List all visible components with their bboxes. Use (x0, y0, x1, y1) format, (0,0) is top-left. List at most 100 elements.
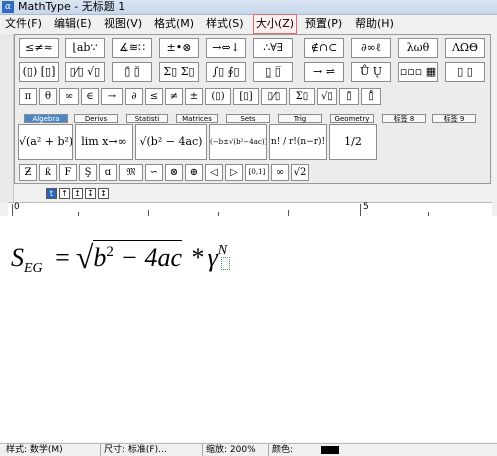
subscript-superscript-palette-button[interactable]: ▯̄ ▯̆ (112, 62, 152, 82)
operators-palette-button[interactable]: ±•⊗ (159, 38, 199, 58)
ring-accent-button[interactable]: ▯̊ (361, 88, 381, 105)
ruler-label-start: 0 (14, 202, 20, 212)
status-size[interactable]: 尺寸: 标准(F)... (100, 444, 167, 456)
status-color-label: 颜色: (268, 444, 293, 456)
gamma-symbol: γ (207, 243, 218, 272)
spaces-ellipses-palette-button[interactable]: ⌊ab∵ (65, 38, 105, 58)
theta-button[interactable]: θ (39, 88, 57, 105)
radical-icon: √ (75, 239, 94, 275)
template-bar: √(a² + b²) lim x→∞ √(b² − 4ac) (−b±√(b²−… (18, 124, 377, 161)
small-tpl-7[interactable]: ∽ (145, 164, 163, 181)
small-tpl-8[interactable]: ⊗ (165, 164, 183, 181)
small-tpl-2[interactable]: ƙ (39, 164, 57, 181)
tab-stop-right-icon[interactable]: ↥ (72, 188, 83, 199)
mathtype-app-icon: α (2, 1, 14, 13)
ruler-label-mid: 5 (363, 202, 369, 212)
arrows-palette-button[interactable]: →⇔↓ (206, 38, 246, 58)
title-bar: α MathType - 无标题 1 (0, 0, 497, 15)
menu-style[interactable]: 样式(S) (206, 15, 244, 33)
template-combination[interactable]: n! / r!(n−r)! (269, 124, 327, 160)
window-title: MathType - 无标题 1 (18, 0, 126, 13)
small-tpl-13[interactable]: ∞ (271, 164, 289, 181)
brackets-button[interactable]: [▯] (233, 88, 259, 105)
overbar-button[interactable]: ▯̄ (339, 88, 359, 105)
right-arrow-button[interactable]: → (101, 88, 123, 105)
insertion-slot-icon (221, 257, 231, 270)
menu-help[interactable]: 帮助(H) (355, 15, 394, 33)
tab-stop-relation-icon[interactable]: ↧ (85, 188, 96, 199)
menu-view[interactable]: 视图(V) (104, 15, 142, 33)
small-tpl-3[interactable]: Ϝ (59, 164, 77, 181)
small-tpl-14[interactable]: √2 (291, 164, 309, 181)
small-tpl-12[interactable]: [0,1] (245, 164, 269, 181)
fraction-button[interactable]: ▯⁄▯ (261, 88, 287, 105)
tab-matrices[interactable]: Matrices (176, 114, 218, 123)
template-pythagorean[interactable]: √(a² + b²) (18, 124, 73, 160)
menu-size[interactable]: 大小(Z) (253, 14, 297, 34)
infinity-button[interactable]: ∞ (59, 88, 79, 105)
embellishments-palette-button[interactable]: ∡≋∷ (112, 38, 152, 58)
menu-preferences[interactable]: 预置(P) (305, 15, 342, 33)
tab-8[interactable]: 标签 8 (382, 114, 426, 123)
small-tpl-5[interactable]: ɑ (99, 164, 117, 181)
matrices-palette-button[interactable]: ▫▫▫ ▦ (398, 62, 438, 82)
multiply-sign: * (191, 243, 205, 272)
summation-button[interactable]: Σ▯ (289, 88, 315, 105)
parentheses-button[interactable]: (▯) (205, 88, 231, 105)
fences-palette-button[interactable]: (▯) [▯] (19, 62, 59, 82)
misc-symbols-palette-button[interactable]: ∂∞ℓ (351, 38, 391, 58)
small-tpl-4[interactable]: Ş (79, 164, 97, 181)
template-limit[interactable]: lim x→∞ (75, 124, 133, 160)
equation[interactable]: SEG = √b2 − 4ac * γN (11, 236, 231, 284)
plus-minus-button[interactable]: ± (185, 88, 203, 105)
radicand-rest: − 4ac (113, 243, 182, 272)
logic-palette-button[interactable]: ∴∀∃ (253, 38, 293, 58)
less-equal-button[interactable]: ≤ (145, 88, 163, 105)
greek-lowercase-palette-button[interactable]: λωθ (398, 38, 438, 58)
underbar-overbar-palette-button[interactable]: ▯̲ ▯̅ (253, 62, 293, 82)
tab-9[interactable]: 标签 9 (432, 114, 476, 123)
boxes-palette-button[interactable]: ▯ ▯ (445, 62, 485, 82)
fractions-radicals-palette-button[interactable]: ▯⁄▯ √▯ (65, 62, 105, 82)
small-tpl-9[interactable]: ⊕ (185, 164, 203, 181)
ruler-tick (12, 204, 13, 216)
greek-uppercase-palette-button[interactable]: ΛΩΘ (445, 38, 485, 58)
small-tpl-6[interactable]: 𝔐 (119, 164, 143, 181)
tab-derivs[interactable]: Derivs (74, 114, 118, 123)
tab-sets[interactable]: Sets (226, 114, 270, 123)
lhs-base: S (11, 243, 24, 272)
template-discriminant[interactable]: √(b² − 4ac) (135, 124, 207, 160)
status-color-swatch[interactable] (321, 446, 339, 454)
small-tpl-10[interactable]: ◁ (205, 164, 223, 181)
tab-statistics[interactable]: Statisti (126, 114, 168, 123)
summation-palette-button[interactable]: Σ▯ Σ▯ (159, 62, 199, 82)
tab-algebra[interactable]: Algebra (24, 114, 68, 123)
element-of-button[interactable]: ∈ (81, 88, 99, 105)
integrals-palette-button[interactable]: ∫▯ ∮▯ (206, 62, 246, 82)
tab-geometry[interactable]: Geometry (330, 114, 374, 123)
products-set-theory-palette-button[interactable]: Ů Ų (351, 62, 391, 82)
tab-stop-center-icon[interactable]: ↑ (59, 188, 70, 199)
labeled-arrows-palette-button[interactable]: → ⇌ (304, 62, 344, 82)
gamma-superscript: N (217, 243, 228, 258)
small-tpl-11[interactable]: ▷ (225, 164, 243, 181)
tab-trig[interactable]: Trig (278, 114, 322, 123)
ruler[interactable]: 0 5 (8, 202, 492, 217)
relations-palette-button[interactable]: ≤≠≈ (19, 38, 59, 58)
lhs-subscript: EG (24, 261, 43, 276)
menu-file[interactable]: 文件(F) (5, 15, 42, 33)
template-one-half[interactable]: 1/2 (329, 124, 377, 160)
pi-button[interactable]: π (19, 88, 37, 105)
status-zoom[interactable]: 缩放: 200% (202, 444, 256, 456)
tab-stop-left-icon[interactable]: t (46, 188, 57, 199)
status-style[interactable]: 样式: 数学(M) (6, 444, 63, 456)
partial-button[interactable]: ∂ (125, 88, 143, 105)
menu-edit[interactable]: 编辑(E) (54, 15, 92, 33)
set-theory-palette-button[interactable]: ∉∩⊂ (304, 38, 344, 58)
template-quadratic-formula[interactable]: (−b±√(b²−4ac))/2a (209, 124, 267, 160)
menu-format[interactable]: 格式(M) (154, 15, 194, 33)
small-tpl-1[interactable]: Ƶ (19, 164, 37, 181)
radical-button[interactable]: √▯ (317, 88, 337, 105)
not-equal-button[interactable]: ≠ (165, 88, 183, 105)
tab-stop-decimal-icon[interactable]: ↕ (98, 188, 109, 199)
